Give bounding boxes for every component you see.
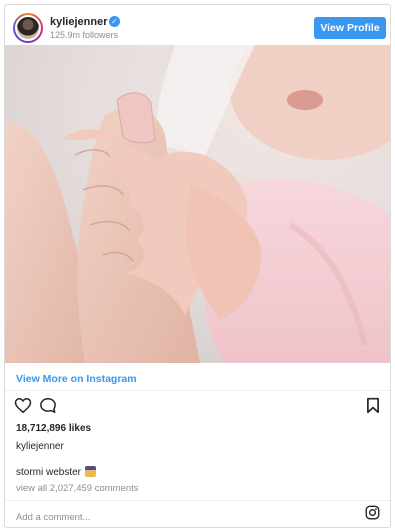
comment-input[interactable] <box>16 510 316 524</box>
instagram-logo-icon[interactable] <box>365 505 380 520</box>
post-header: kyliejenner ✓ 125.9m followers View Prof… <box>5 5 390 45</box>
like-count: 18,712,896 likes <box>16 423 92 434</box>
comment-bubble-icon[interactable] <box>39 397 57 414</box>
photo-image <box>5 45 390 363</box>
instagram-embed-card: kyliejenner ✓ 125.9m followers View Prof… <box>4 4 391 528</box>
view-more-link[interactable]: View More on Instagram <box>16 373 137 385</box>
avatar[interactable] <box>13 13 43 43</box>
caption-text: stormi webster <box>16 467 82 478</box>
follower-count: 125.9m followers <box>50 30 119 40</box>
username[interactable]: kyliejenner <box>50 16 107 28</box>
avatar-image <box>15 15 41 41</box>
owner-username[interactable]: kyliejenner <box>16 441 64 452</box>
view-all-comments-link[interactable]: view all 2,027,459 comments <box>16 483 139 494</box>
heart-outline-icon[interactable] <box>14 397 32 414</box>
verified-badge-icon: ✓ <box>109 16 120 27</box>
view-profile-button[interactable]: View Profile <box>314 17 386 39</box>
post-photo[interactable] <box>5 45 390 363</box>
divider <box>5 500 390 501</box>
divider <box>5 390 390 391</box>
bookmark-icon[interactable] <box>366 397 380 414</box>
caption-emoji <box>85 466 96 477</box>
